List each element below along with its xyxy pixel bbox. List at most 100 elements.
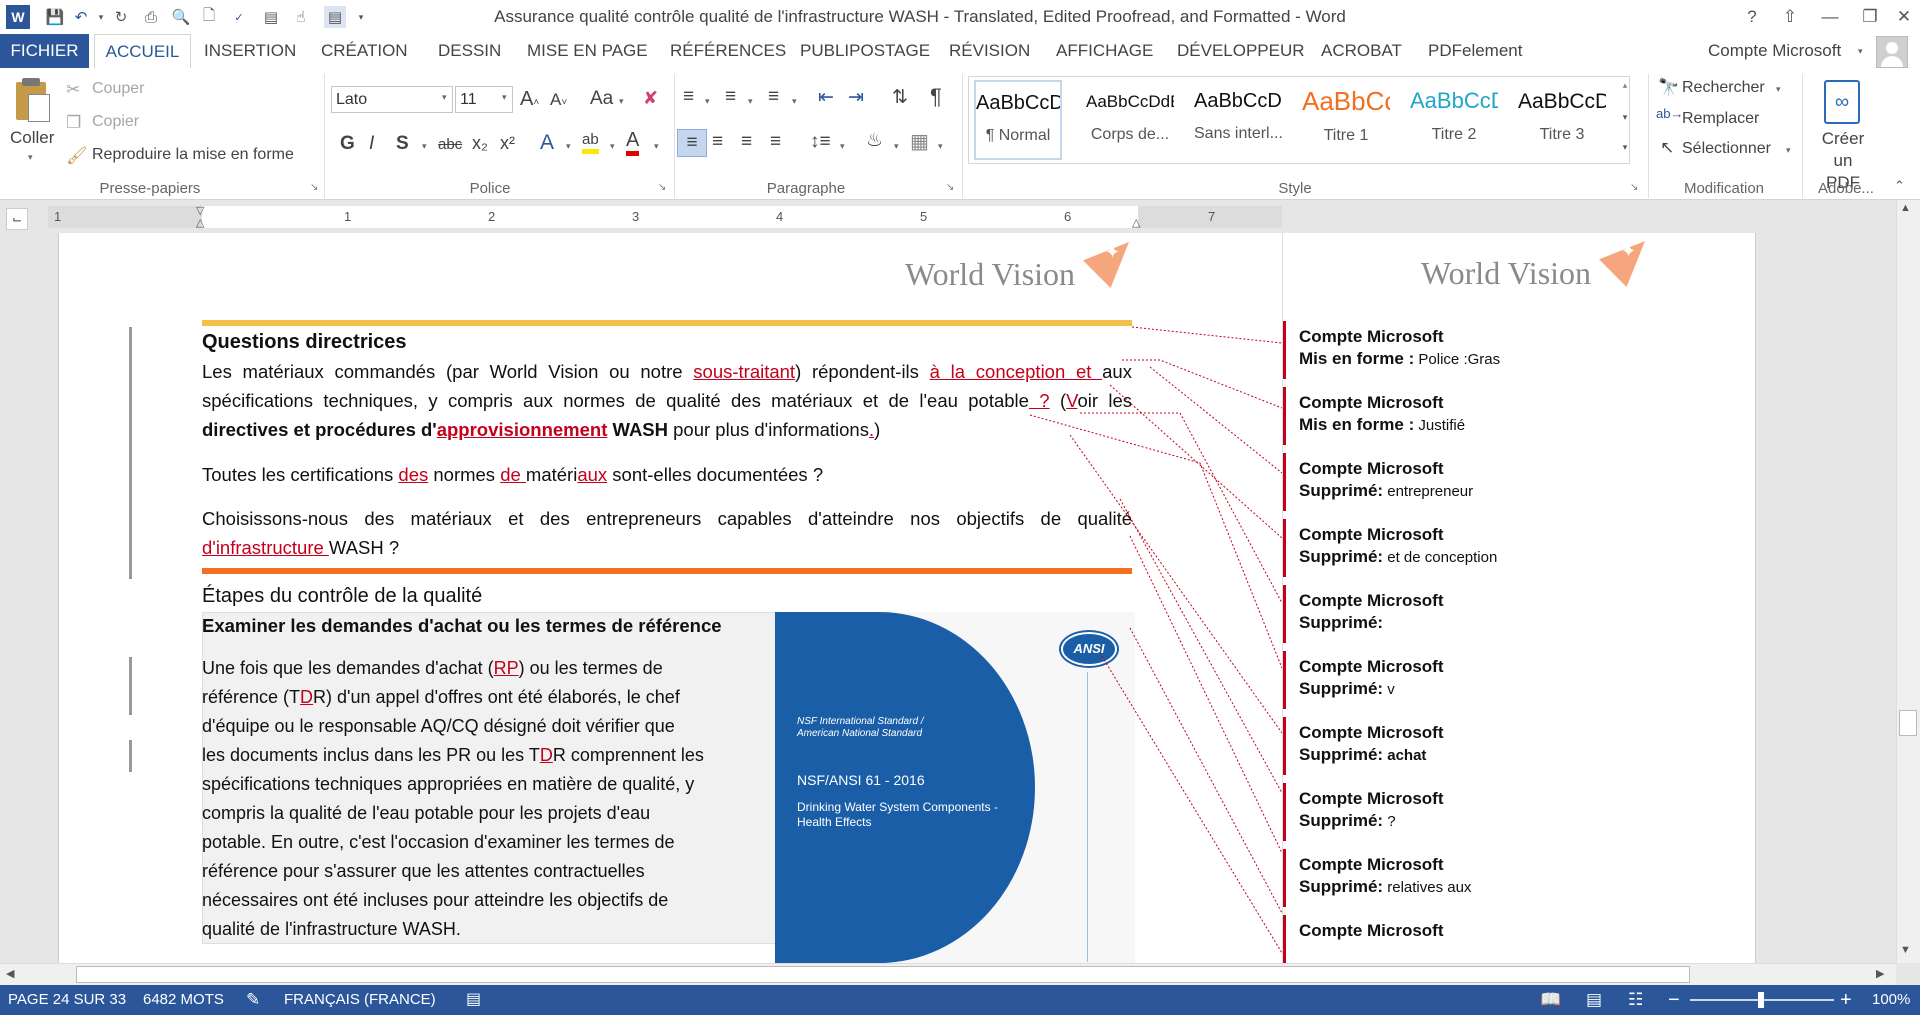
align-center-icon[interactable]: ≡ (712, 131, 723, 153)
word-logo-icon[interactable]: W (6, 5, 30, 29)
revision-balloon[interactable]: Compte Microsoft Mis en forme : Police :G… (1299, 327, 1500, 369)
revision-balloon[interactable]: Compte Microsoft Supprimé: et de concepti… (1299, 525, 1497, 567)
style-normal[interactable]: AaBbCcDc ¶ Normal (974, 80, 1062, 160)
revision-balloon[interactable]: Compte Microsoft Supprimé: ? (1299, 789, 1444, 831)
scroll-left-icon[interactable]: ◀ (6, 967, 14, 980)
customize-qat-icon[interactable]: ▾ (350, 6, 372, 28)
style-sans-interligne[interactable]: AaBbCcDc Sans interl... (1194, 80, 1283, 160)
align-right-icon[interactable]: ≡ (741, 131, 752, 153)
revision-balloon[interactable]: Compte Microsoft Supprimé: achat (1299, 723, 1444, 765)
print-layout-icon[interactable]: ▤ (260, 6, 282, 28)
shading-icon[interactable]: ♨ (866, 129, 883, 152)
change-case-dropdown-icon[interactable]: ▾ (619, 96, 624, 107)
shading-dropdown-icon[interactable]: ▾ (894, 141, 899, 152)
view-icon[interactable]: ▤ (324, 6, 346, 28)
paste-dropdown-icon[interactable]: ▾ (28, 152, 33, 163)
web-layout-icon[interactable]: ☷ (1628, 985, 1643, 1015)
undo-icon[interactable]: ↶ (70, 6, 92, 28)
format-painter-icon[interactable]: 🖌 (66, 146, 88, 166)
copy-icon[interactable]: ❐ (66, 113, 81, 133)
minimize-icon[interactable]: — (1816, 4, 1844, 30)
style-titre-2[interactable]: AaBbCcD Titre 2 (1410, 80, 1498, 160)
revision-balloon[interactable]: Compte Microsoft (1299, 921, 1444, 943)
print-preview-icon[interactable]: 🔍 (170, 6, 192, 28)
style-corps[interactable]: AaBbCcDdE Corps de... (1086, 80, 1174, 160)
shrink-font-icon[interactable]: A˅ (550, 90, 567, 110)
ribbon-options-icon[interactable]: ⇧ (1776, 4, 1804, 30)
scroll-thumb[interactable] (76, 966, 1690, 983)
align-left-icon[interactable]: ≡ (677, 129, 707, 157)
read-mode-icon[interactable]: 📖 (1540, 985, 1561, 1015)
page-count[interactable]: PAGE 24 SUR 33 (8, 985, 126, 1015)
horizontal-scrollbar[interactable]: ◀ ▶ (0, 963, 1896, 985)
language-status[interactable]: FRANÇAIS (FRANCE) (284, 985, 436, 1015)
borders-icon[interactable]: ▦ (910, 129, 929, 154)
zoom-slider-thumb[interactable] (1758, 992, 1764, 1008)
underline-button[interactable]: S (396, 133, 409, 155)
borders-dropdown-icon[interactable]: ▾ (938, 141, 943, 152)
font-family-select[interactable]: Lato (331, 86, 453, 113)
tab-developpeur[interactable]: DÉVELOPPEUR (1177, 34, 1305, 68)
grow-font-icon[interactable]: A˄ (520, 88, 539, 111)
scroll-right-icon[interactable]: ▶ (1876, 967, 1884, 980)
font-launcher-icon[interactable]: ↘ (658, 182, 666, 193)
zoom-level[interactable]: 100% (1872, 985, 1910, 1015)
tab-creation[interactable]: CRÉATION (321, 34, 408, 68)
cut-button[interactable]: Couper (92, 80, 144, 98)
create-pdf-icon[interactable]: ∞ (1824, 80, 1860, 124)
find-button[interactable]: Rechercher (1682, 79, 1765, 97)
styles-scroll-down-icon[interactable]: ▾ (1618, 112, 1632, 123)
revision-balloon[interactable]: Compte Microsoft Supprimé: v (1299, 657, 1444, 699)
bullets-dropdown-icon[interactable]: ▾ (705, 96, 710, 107)
help-icon[interactable]: ? (1738, 4, 1766, 30)
close-icon[interactable]: ✕ (1890, 4, 1918, 30)
line-spacing-icon[interactable]: ↕≡ (810, 131, 831, 153)
multilevel-list-icon[interactable]: ≡ (768, 86, 779, 108)
tab-publipostage[interactable]: PUBLIPOSTAGE (800, 34, 930, 68)
increase-indent-icon[interactable]: ⇥ (848, 86, 864, 109)
undo-dropdown-icon[interactable]: ▾ (90, 6, 112, 28)
cut-icon[interactable]: ✂ (66, 80, 80, 100)
macro-icon[interactable]: ▤ (466, 985, 481, 1015)
tab-acrobat[interactable]: ACROBAT (1321, 34, 1402, 68)
change-case-button[interactable]: Aa (590, 88, 613, 110)
scroll-up-icon[interactable]: ▲ (1900, 202, 1911, 214)
numbering-icon[interactable]: ≡ (725, 86, 736, 108)
revision-balloon[interactable]: Compte Microsoft Supprimé: relatives aux (1299, 855, 1471, 897)
zoom-out-icon[interactable]: − (1668, 985, 1680, 1015)
touch-mode-icon[interactable]: ☝ (290, 6, 312, 28)
revision-balloon[interactable]: Compte Microsoft Supprimé: entrepreneur (1299, 459, 1473, 501)
tab-fichier[interactable]: FICHIER (0, 34, 89, 68)
styles-scroll-up-icon[interactable]: ▴ (1618, 80, 1632, 91)
styles-launcher-icon[interactable]: ↘ (1630, 182, 1638, 193)
account-dropdown-icon[interactable]: ▾ (1858, 46, 1863, 57)
font-color-dropdown-icon[interactable]: ▾ (654, 141, 659, 152)
sort-icon[interactable]: ⇅ (892, 86, 908, 109)
select-dropdown-icon[interactable]: ▾ (1786, 145, 1791, 156)
underline-dropdown-icon[interactable]: ▾ (422, 141, 427, 152)
horizontal-ruler[interactable]: 1 1 2 3 4 5 6 7 ▽ △ △ (48, 205, 1282, 229)
account-name[interactable]: Compte Microsoft (1708, 34, 1841, 68)
text-effects-icon[interactable]: A (540, 131, 554, 155)
tab-affichage[interactable]: AFFICHAGE (1056, 34, 1153, 68)
right-indent-icon[interactable]: △ (1132, 216, 1140, 229)
tab-mise-en-page[interactable]: MISE EN PAGE (527, 34, 648, 68)
font-color-icon[interactable]: A (626, 129, 640, 156)
collapse-ribbon-icon[interactable]: ⌃ (1894, 178, 1905, 194)
tab-selector-icon[interactable]: ⌙ (6, 208, 28, 230)
superscript-button[interactable]: x² (500, 133, 515, 154)
tab-revision[interactable]: RÉVISION (949, 34, 1030, 68)
scroll-down-icon[interactable]: ▼ (1900, 944, 1911, 956)
new-document-icon[interactable]: 🗋 (198, 6, 220, 28)
bold-button[interactable]: G (340, 133, 355, 155)
paste-button[interactable]: Coller (10, 128, 54, 148)
font-size-dropdown-icon[interactable]: ▾ (502, 92, 507, 103)
select-button[interactable]: Sélectionner (1682, 140, 1771, 158)
text-effects-dropdown-icon[interactable]: ▾ (566, 141, 571, 152)
revision-balloon[interactable]: Compte Microsoft Mis en forme : Justifié (1299, 393, 1465, 435)
styles-more-icon[interactable]: ▾ (1618, 142, 1632, 153)
redo-icon[interactable]: ↻ (110, 6, 132, 28)
paste-icon[interactable] (12, 78, 52, 124)
restore-icon[interactable]: ❐ (1856, 4, 1884, 30)
tab-accueil[interactable]: ACCUEIL (94, 34, 191, 69)
